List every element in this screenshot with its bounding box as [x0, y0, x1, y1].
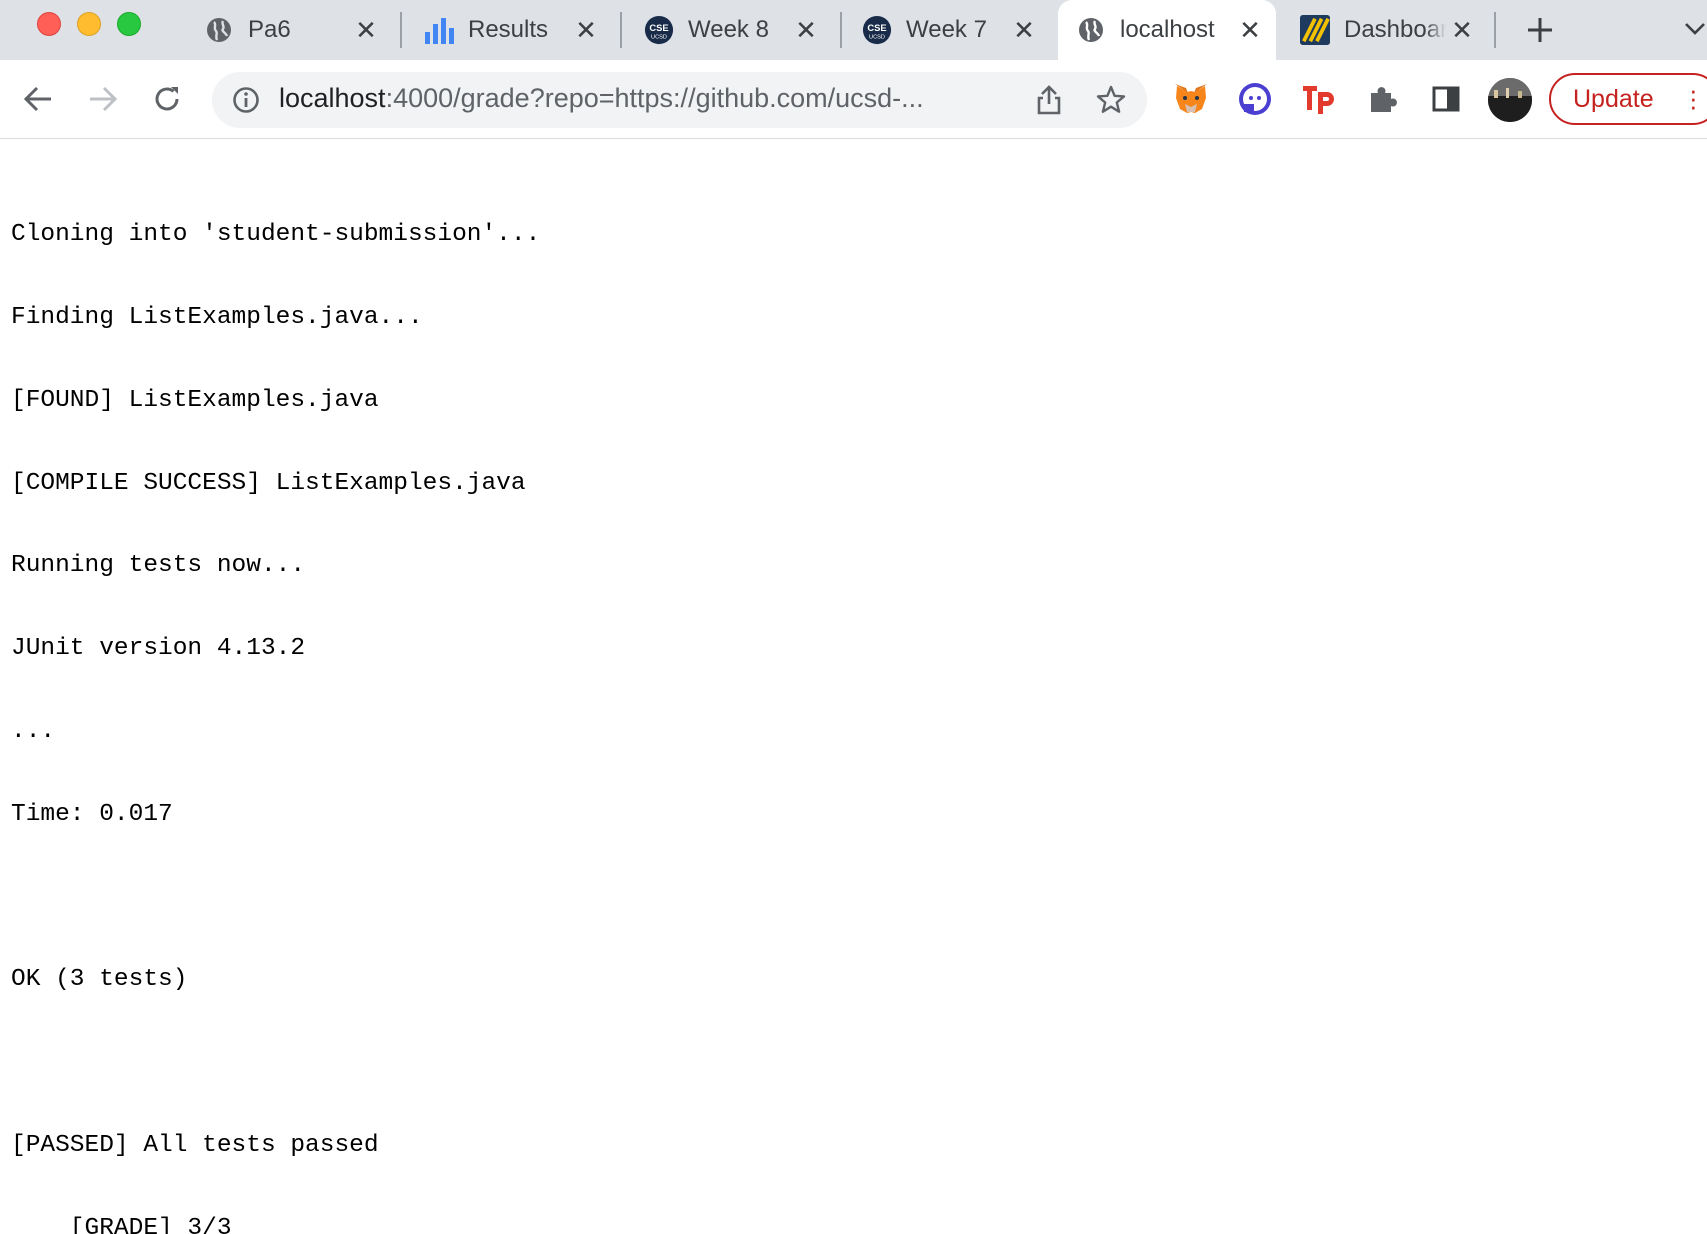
cse-text: CSE [867, 23, 886, 33]
window-zoom-button[interactable] [117, 12, 141, 36]
bookmark-star-icon[interactable] [1095, 84, 1127, 116]
arrow-right-icon [90, 86, 118, 112]
tab-results[interactable]: Results ✕ [406, 0, 612, 60]
url-text[interactable]: localhost:4000/grade?repo=https://github… [279, 83, 1019, 114]
tab-title: Pa6 [248, 16, 291, 43]
ghost-extension-icon[interactable] [1236, 80, 1274, 118]
globe-icon [204, 15, 234, 45]
output-line: Time: 0.017 [11, 800, 173, 828]
grader-output: Cloning into 'student-submission'... Fin… [11, 166, 1691, 1234]
tab-separator [400, 12, 402, 48]
tab-separator [620, 12, 622, 48]
output-line: [FOUND] ListExamples.java [11, 386, 379, 414]
cse-ucsd-icon: CSE UCSD [862, 15, 892, 45]
output-line: OK (3 tests) [11, 966, 188, 994]
output-line: ... [11, 717, 56, 745]
tab-pa6[interactable]: Pa6 ✕ [186, 0, 392, 60]
close-icon[interactable]: ✕ [1238, 15, 1262, 45]
tab-separator [840, 12, 842, 48]
tab-search-button[interactable] [1680, 14, 1707, 44]
url-host: localhost [279, 83, 386, 113]
output-line: JUnit version 4.13.2 [11, 635, 306, 663]
tab-week-7[interactable]: CSE UCSD Week 7 ✕ [844, 0, 1050, 60]
bar-chart-icon [424, 15, 454, 45]
tab-localhost[interactable]: localhost ✕ [1058, 0, 1276, 60]
kebab-menu-icon[interactable]: · · · [1689, 77, 1698, 119]
close-icon[interactable]: ✕ [354, 15, 378, 45]
close-icon[interactable]: ✕ [1450, 15, 1474, 45]
tab-week-8[interactable]: CSE UCSD Week 8 ✕ [626, 0, 832, 60]
output-line: Running tests now... [11, 552, 306, 580]
reload-icon [155, 87, 179, 111]
close-icon[interactable]: ✕ [574, 15, 598, 45]
arrow-left-icon [23, 86, 51, 112]
tab-title: Results [468, 16, 549, 43]
cse-ucsd-icon: CSE UCSD [644, 15, 674, 45]
dashboard-stripes-icon [1300, 15, 1330, 45]
address-bar[interactable]: localhost:4000/grade?repo=https://github… [212, 72, 1147, 128]
tab-title: localhost [1120, 16, 1215, 43]
plus-icon [1528, 18, 1552, 42]
back-button[interactable] [20, 81, 56, 117]
profile-avatar[interactable] [1488, 78, 1532, 122]
side-panel-icon[interactable] [1427, 80, 1465, 118]
share-icon[interactable] [1034, 84, 1064, 116]
tab-separator [1494, 12, 1496, 48]
tab-title: Week 7 [906, 16, 987, 43]
output-line: Finding ListExamples.java... [11, 303, 423, 331]
tab-title: Week 8 [688, 16, 769, 43]
close-icon[interactable]: ✕ [794, 15, 818, 45]
window-minimize-button[interactable] [77, 12, 101, 36]
output-line: [PASSED] All tests passed [11, 1131, 379, 1159]
info-icon[interactable] [232, 86, 260, 114]
tp-extension-icon[interactable] [1300, 80, 1338, 118]
new-tab-button[interactable] [1520, 10, 1560, 50]
url-path: :4000/grade?repo=https://github.com/ucsd… [385, 83, 924, 113]
output-line: [GRADE] 3/3 [11, 1214, 232, 1234]
chevron-down-icon [1685, 23, 1705, 35]
metamask-fox-icon[interactable] [1172, 80, 1210, 118]
output-line: [COMPILE SUCCESS] ListExamples.java [11, 469, 526, 497]
cse-text: CSE [649, 23, 668, 33]
output-line: Cloning into 'student-submission'... [11, 221, 541, 249]
update-label: Update [1573, 84, 1654, 113]
tab-dashboard[interactable]: Dashboard ✕ [1282, 0, 1488, 60]
puzzle-piece-icon[interactable] [1364, 80, 1402, 118]
forward-button[interactable] [85, 81, 121, 117]
window-close-button[interactable] [37, 12, 61, 36]
tab-title: Dashboard [1344, 16, 1446, 43]
reload-button[interactable] [149, 81, 185, 117]
ucsd-text: UCSD [651, 34, 667, 40]
browser-toolbar: localhost:4000/grade?repo=https://github… [0, 60, 1707, 139]
ucsd-text: UCSD [869, 34, 885, 40]
update-button[interactable]: Update [1549, 73, 1707, 125]
close-icon[interactable]: ✕ [1012, 15, 1036, 45]
tab-strip: Pa6 ✕ Results ✕ CSE UCSD Week 8 ✕ CSE UCSD… [0, 0, 1707, 60]
globe-icon [1076, 15, 1106, 45]
